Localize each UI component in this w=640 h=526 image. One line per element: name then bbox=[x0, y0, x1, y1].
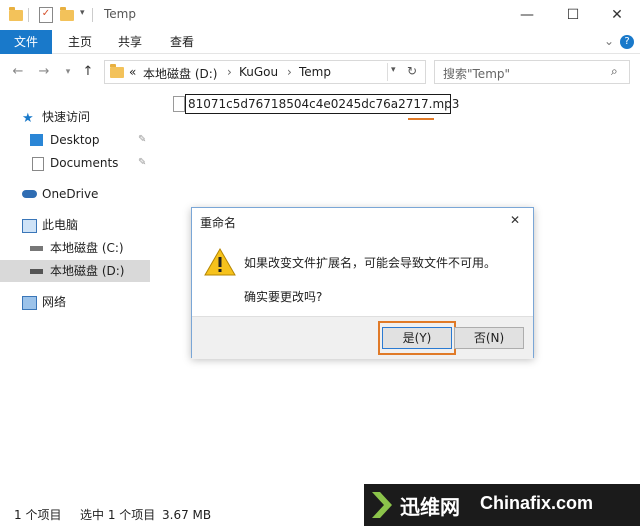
minimize-button[interactable]: — bbox=[504, 0, 550, 30]
title-bar: ✓ ▾ Temp — ☐ ✕ bbox=[0, 0, 640, 30]
sidebar-item-drive-c[interactable]: 本地磁盘 (C:) bbox=[0, 237, 150, 259]
watermark-en-text: Chinafix.com bbox=[480, 493, 594, 513]
sidebar-item-desktop[interactable]: Desktop ✎ bbox=[0, 129, 150, 151]
sidebar-item-drive-d[interactable]: 本地磁盘 (D:) bbox=[0, 260, 150, 282]
pin-icon[interactable]: ✎ bbox=[138, 129, 146, 151]
sidebar-item-label: 快速访问 bbox=[42, 110, 91, 124]
breadcrumb-separator: › bbox=[227, 65, 232, 79]
close-button[interactable]: ✕ bbox=[594, 0, 640, 30]
sidebar-item-network[interactable]: 网络 bbox=[0, 291, 150, 313]
ribbon-expand-icon[interactable]: ⌄ bbox=[604, 34, 614, 48]
sidebar-item-this-pc[interactable]: 此电脑 bbox=[0, 214, 150, 236]
dialog-question: 确实要更改吗? bbox=[244, 290, 323, 304]
rename-dialog: 重命名 ✕ 如果改变文件扩展名，可能会导致文件不可用。 确实要更改吗? 是(Y)… bbox=[191, 207, 534, 359]
tab-view[interactable]: 查看 bbox=[162, 30, 202, 54]
window-title: Temp bbox=[104, 7, 136, 21]
divider bbox=[92, 8, 93, 22]
up-icon[interactable]: ↑ bbox=[80, 62, 96, 82]
sidebar-item-label: OneDrive bbox=[42, 187, 99, 201]
dialog-close-button[interactable]: ✕ bbox=[510, 213, 520, 227]
sidebar-item-label: 此电脑 bbox=[42, 218, 79, 232]
rename-input[interactable]: 81071c5d76718504c4e0245dc76a2717.mp3 bbox=[185, 94, 459, 114]
dialog-button-bar: 是(Y) 否(N) bbox=[192, 316, 533, 359]
forward-icon[interactable]: → bbox=[36, 62, 52, 82]
sidebar-item-label: Desktop bbox=[50, 133, 100, 147]
drive-icon bbox=[30, 269, 43, 274]
divider bbox=[387, 63, 388, 81]
sidebar-item-onedrive[interactable]: OneDrive bbox=[0, 183, 150, 205]
documents-icon bbox=[32, 157, 44, 171]
tab-share[interactable]: 共享 bbox=[110, 30, 150, 54]
sidebar-item-quick-access[interactable]: ★ 快速访问 bbox=[0, 106, 150, 128]
divider bbox=[28, 8, 29, 22]
drive-icon bbox=[30, 246, 43, 251]
pin-icon[interactable]: ✎ bbox=[138, 152, 146, 174]
breadcrumb-kugou[interactable]: KuGou bbox=[239, 65, 278, 79]
tab-file[interactable]: 文件 bbox=[0, 30, 52, 54]
back-icon[interactable]: ← bbox=[10, 62, 26, 82]
breadcrumb-drive-d[interactable]: 本地磁盘 (D:) bbox=[143, 65, 217, 82]
address-dropdown-icon[interactable]: ▾ bbox=[391, 65, 396, 75]
maximize-button[interactable]: ☐ bbox=[550, 0, 596, 30]
network-icon bbox=[22, 296, 37, 310]
qat-dropdown-icon[interactable]: ▾ bbox=[80, 8, 85, 18]
no-button[interactable]: 否(N) bbox=[454, 327, 524, 349]
breadcrumb-overflow[interactable]: « bbox=[129, 65, 136, 79]
sidebar-item-documents[interactable]: Documents ✎ bbox=[0, 152, 150, 174]
star-icon: ★ bbox=[22, 111, 34, 126]
selection-size: 3.67 MB bbox=[162, 508, 212, 522]
desktop-icon bbox=[30, 134, 43, 146]
properties-icon[interactable]: ✓ bbox=[39, 7, 53, 23]
cloud-icon bbox=[22, 190, 37, 198]
selection-count: 选中 1 个项目 bbox=[80, 508, 156, 522]
yes-button[interactable]: 是(Y) bbox=[382, 327, 452, 349]
warning-icon bbox=[204, 248, 236, 276]
dialog-message: 如果改变文件扩展名，可能会导致文件不可用。 bbox=[244, 256, 497, 270]
new-folder-icon[interactable] bbox=[60, 7, 74, 21]
refresh-icon[interactable]: ↻ bbox=[407, 64, 417, 78]
folder-icon bbox=[9, 7, 23, 21]
item-count: 1 个项目 bbox=[14, 508, 62, 522]
search-icon[interactable]: ⌕ bbox=[611, 64, 618, 79]
extension-highlight bbox=[408, 118, 434, 120]
tab-home[interactable]: 主页 bbox=[60, 30, 100, 54]
mp3-file-icon[interactable] bbox=[173, 96, 185, 112]
sidebar-item-label: 本地磁盘 (D:) bbox=[50, 264, 125, 278]
search-input[interactable]: 搜索"Temp" bbox=[443, 65, 510, 82]
sidebar-item-label: 本地磁盘 (C:) bbox=[50, 241, 124, 255]
address-bar[interactable]: « 本地磁盘 (D:) › KuGou › Temp ▾ ↻ bbox=[104, 60, 426, 84]
sidebar-item-label: 网络 bbox=[42, 295, 67, 309]
sidebar-item-label: Documents bbox=[50, 156, 119, 170]
breadcrumb-separator: › bbox=[287, 65, 292, 79]
recent-locations-icon[interactable]: ▾ bbox=[60, 62, 76, 82]
search-box[interactable]: 搜索"Temp" ⌕ bbox=[434, 60, 630, 84]
folder-icon bbox=[110, 64, 124, 78]
ribbon-tabs: 文件 主页 共享 查看 ⌄ ? bbox=[0, 30, 640, 54]
watermark-cn-text: 迅维网 bbox=[400, 495, 460, 519]
help-icon[interactable]: ? bbox=[620, 35, 634, 49]
watermark-logo bbox=[370, 490, 396, 520]
dialog-title: 重命名 bbox=[200, 216, 237, 230]
watermark: 迅维网 Chinafix.com bbox=[364, 484, 640, 526]
computer-icon bbox=[22, 219, 37, 233]
breadcrumb-temp[interactable]: Temp bbox=[299, 65, 331, 79]
